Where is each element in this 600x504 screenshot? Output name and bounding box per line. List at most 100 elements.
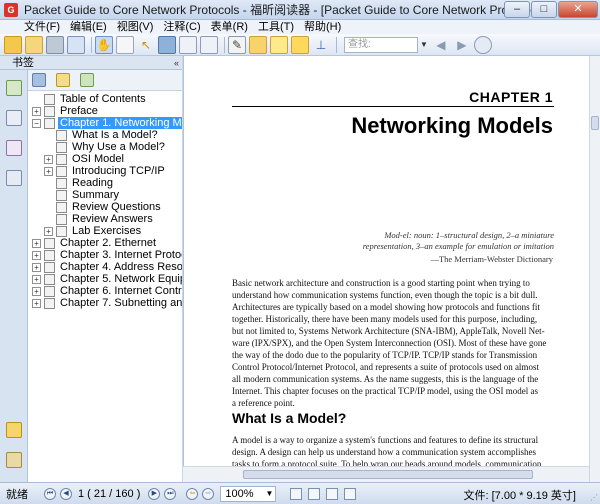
bookmark-lab-exercises[interactable]: + Lab Exercises	[44, 225, 143, 237]
first-page-icon[interactable]: ⏮	[44, 487, 56, 500]
expand-icon[interactable]: +	[32, 298, 41, 308]
bookmark-chapter-5[interactable]: + Chapter 5. Network Equipment	[32, 273, 182, 285]
delete-bookmark-icon[interactable]	[32, 73, 46, 87]
comment-icon[interactable]	[291, 35, 309, 54]
bookmarks-panel-icon[interactable]	[6, 80, 22, 96]
pages-panel-icon[interactable]	[6, 110, 22, 126]
layers-panel-icon[interactable]	[6, 170, 22, 186]
menu-form[interactable]: 表单(R)	[206, 20, 253, 34]
save-icon[interactable]	[25, 35, 43, 54]
minimize-button[interactable]: –	[504, 1, 530, 18]
single-page-view-icon[interactable]	[290, 487, 303, 500]
search-input[interactable]: 查找:	[344, 36, 418, 53]
expand-icon[interactable]: +	[32, 250, 41, 260]
bookmark-properties-icon[interactable]	[80, 73, 94, 87]
menu-edit[interactable]: 编辑(E)	[65, 20, 112, 34]
title-bar: G Packet Guide to Core Network Protocols…	[0, 0, 600, 20]
expand-icon[interactable]: +	[32, 286, 41, 296]
maximize-button[interactable]: □	[531, 1, 557, 18]
bookmark-review-answers[interactable]: Review Answers	[56, 213, 155, 225]
bookmark-what-is-a-model[interactable]: What Is a Model?	[56, 129, 160, 141]
expand-icon[interactable]: +	[32, 274, 41, 284]
bookmark-review-questions[interactable]: Review Questions	[56, 201, 163, 213]
bookmark-chapter-4[interactable]: + Chapter 4. Address Resolution Pro	[32, 261, 182, 273]
email-icon[interactable]	[67, 35, 85, 54]
expand-icon[interactable]: +	[44, 154, 53, 164]
document-page[interactable]: CHAPTER 1 Networking Models Mod-el: noun…	[183, 56, 589, 482]
binoculars-icon[interactable]	[158, 35, 176, 54]
textbox-icon[interactable]	[200, 35, 218, 54]
zoom-dropdown-icon[interactable]: ▼	[265, 487, 273, 501]
open-icon[interactable]	[4, 35, 22, 54]
status-text: 就绪	[6, 488, 28, 501]
typewriter-icon[interactable]	[179, 35, 197, 54]
bookmark-toolbar	[28, 70, 182, 90]
menu-tools[interactable]: 工具(T)	[253, 20, 299, 34]
bookmark-chapter-1[interactable]: − Chapter 1. Networking Models	[32, 117, 182, 129]
go-forward-icon[interactable]: ⇨	[202, 487, 215, 500]
add-bookmark-icon[interactable]	[56, 73, 70, 87]
bookmark-introducing-tcpip[interactable]: + Introducing TCP/IP	[44, 165, 167, 177]
bookmark-chapter-7[interactable]: + Chapter 7. Subnetting and Other	[32, 297, 182, 309]
bookmark-icon	[56, 201, 67, 213]
menu-view[interactable]: 视图(V)	[112, 20, 159, 34]
text-line: Internet. This chapter focuses on the pr…	[232, 386, 539, 396]
snapshot-icon[interactable]: ↖	[137, 36, 155, 54]
note-icon[interactable]	[270, 35, 288, 54]
find-icon[interactable]	[473, 35, 492, 54]
previous-page-icon[interactable]: ◀	[60, 487, 72, 500]
expand-icon[interactable]: +	[32, 262, 41, 272]
text-line: ware (IPX/SPX), and the Open System Inte…	[232, 338, 547, 348]
select-text-icon[interactable]	[116, 35, 134, 54]
last-page-icon[interactable]: ⏭	[164, 487, 177, 500]
highlight-icon[interactable]	[249, 35, 267, 54]
stamp-icon[interactable]: ⊥	[312, 36, 330, 54]
facing-view-icon[interactable]	[326, 487, 339, 500]
expand-icon[interactable]: +	[44, 166, 53, 176]
menu-file[interactable]: 文件(F)	[0, 20, 65, 34]
bookmark-preface[interactable]: + Preface	[32, 105, 100, 117]
bookmark-chapter-2[interactable]: + Chapter 2. Ethernet	[32, 237, 158, 249]
bookmark-chapter-6[interactable]: + Chapter 6. Internet Control Messa	[32, 285, 182, 297]
expand-icon[interactable]: +	[32, 106, 41, 116]
annotations-panel-icon[interactable]	[6, 140, 22, 156]
hand-tool-icon[interactable]: ✋	[95, 35, 113, 54]
continuous-view-icon[interactable]	[308, 487, 321, 500]
pencil-icon[interactable]: ✎	[228, 35, 246, 54]
horizontal-scroll-thumb[interactable]	[243, 470, 533, 479]
expand-icon[interactable]: +	[44, 226, 53, 236]
vertical-scrollbar[interactable]	[589, 56, 600, 482]
bookmark-reading[interactable]: Reading	[56, 177, 115, 189]
print-icon[interactable]	[46, 35, 64, 54]
status-bar: 就绪 ⏮ ◀ 1 ( 21 / 160 ) ▶ ⏭ ⇦ ⇨ 100% ▼ 文件:…	[0, 482, 600, 504]
expand-icon[interactable]: +	[32, 238, 41, 248]
bookmark-label: Chapter 3. Internet Protocol	[60, 249, 182, 261]
search-dropdown-icon[interactable]: ▼	[420, 40, 428, 49]
bookmark-osi-model[interactable]: + OSI Model	[44, 153, 126, 165]
page-number-field[interactable]: 1 ( 21 / 160 )	[78, 488, 140, 500]
previous-result-icon[interactable]: ◀	[432, 36, 450, 54]
bookmark-chapter-3[interactable]: + Chapter 3. Internet Protocol	[32, 249, 182, 261]
go-back-icon[interactable]: ⇦	[186, 487, 199, 500]
close-button[interactable]: ✕	[558, 1, 598, 18]
menu-comment[interactable]: 注释(C)	[158, 20, 205, 34]
bookmarks-title: 书签	[12, 57, 34, 69]
menu-help[interactable]: 帮助(H)	[299, 20, 346, 34]
bookmark-label: Chapter 1. Networking Models	[58, 117, 182, 129]
comments-panel-icon[interactable]	[6, 422, 22, 438]
bookmark-why-use-a-model[interactable]: Why Use a Model?	[56, 141, 167, 153]
attachments-panel-icon[interactable]	[6, 452, 22, 468]
next-result-icon[interactable]: ▶	[453, 36, 471, 54]
collapse-icon[interactable]: −	[32, 118, 41, 128]
chapter-label: CHAPTER 1	[469, 89, 553, 105]
resize-grip-icon[interactable]: ⋰	[590, 493, 598, 502]
bookmark-table-of-contents[interactable]: Table of Contents	[44, 93, 148, 105]
bookmark-icon	[56, 153, 67, 165]
vertical-scroll-thumb[interactable]	[591, 116, 599, 130]
horizontal-scrollbar[interactable]	[183, 466, 589, 482]
next-page-icon[interactable]: ▶	[148, 487, 161, 500]
continuous-facing-view-icon[interactable]	[344, 487, 357, 500]
zoom-select[interactable]: 100% ▼	[220, 485, 277, 502]
bookmark-summary[interactable]: Summary	[56, 189, 121, 201]
collapse-panel-icon[interactable]: «	[174, 56, 179, 70]
